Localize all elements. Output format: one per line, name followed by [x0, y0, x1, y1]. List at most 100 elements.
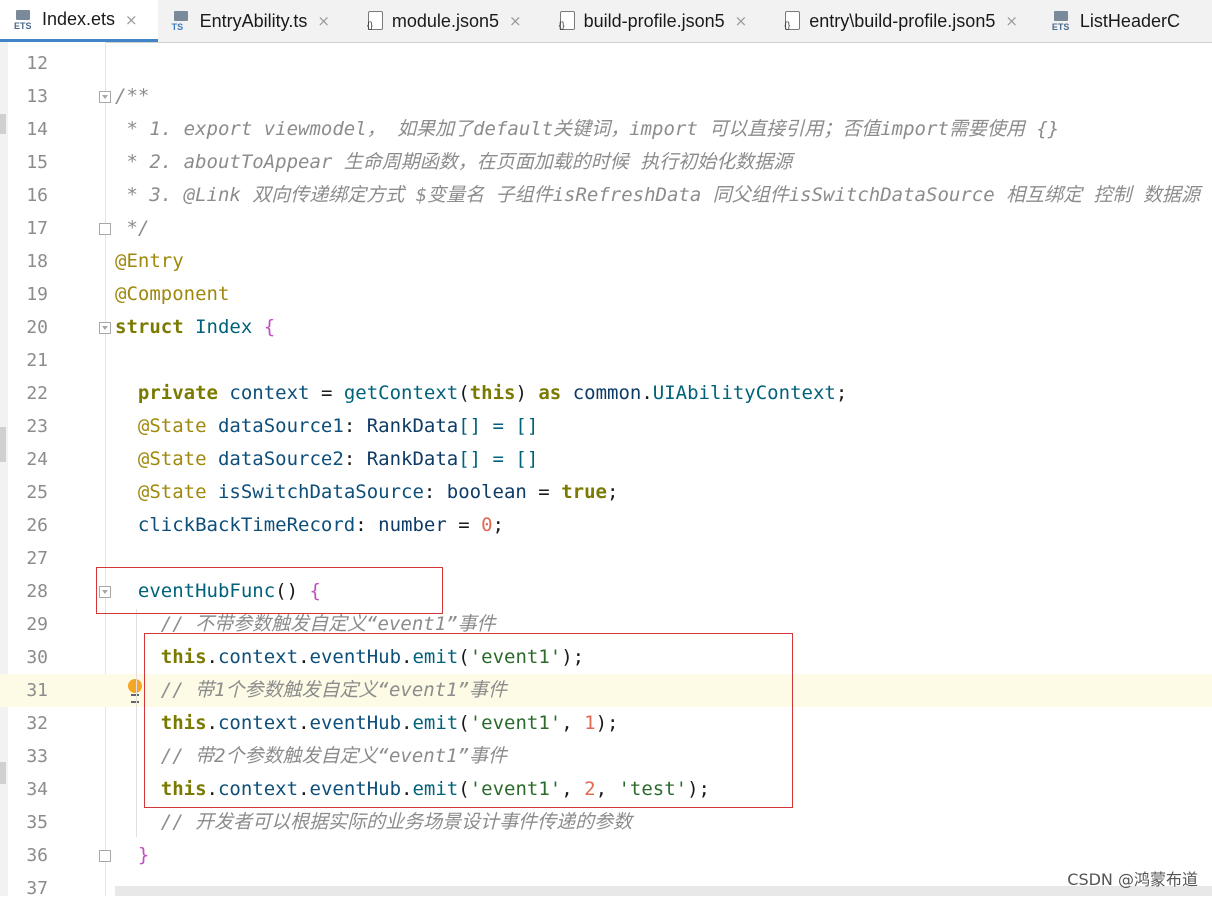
- code-token: getContext: [343, 382, 459, 404]
- code-token: isSwitchDataSource: [217, 481, 424, 503]
- line-number: 27: [26, 548, 48, 569]
- tab-label: build-profile.json5: [583, 10, 725, 31]
- code-line[interactable]: 23 @State dataSource1: RankData[] = []: [0, 410, 1212, 443]
- code-text: }: [115, 839, 149, 872]
- code-text: // 开发者可以根据实际的业务场景设计事件传递的参数: [115, 806, 632, 839]
- code-punctuation: :: [343, 448, 367, 470]
- code-text: private context = getContext(this) as co…: [115, 377, 847, 410]
- code-token: common: [572, 382, 642, 404]
- code-text: */: [115, 212, 149, 245]
- file-type-label: {}: [558, 20, 565, 30]
- code-punctuation: [184, 316, 195, 338]
- watermark: CSDN @鸿蒙布道: [1067, 870, 1198, 889]
- code-punctuation: [115, 844, 138, 866]
- code-punctuation: :: [355, 514, 379, 536]
- code-punctuation: ): [515, 382, 539, 404]
- code-line[interactable]: 18 @Entry: [0, 245, 1212, 278]
- line-number: 16: [26, 185, 48, 206]
- code-text: * 3. @Link 双向传递绑定方式 $变量名 子组件isRefreshDat…: [115, 179, 1200, 212]
- code-punctuation: ;: [606, 481, 619, 503]
- line-number: 26: [26, 515, 48, 536]
- code-punctuation: [561, 382, 572, 404]
- indent-guide: [136, 609, 137, 837]
- close-icon[interactable]: ×: [735, 12, 748, 30]
- code-text: @State isSwitchDataSource: boolean = tru…: [115, 476, 619, 509]
- code-line[interactable]: 16 * 3. @Link 双向传递绑定方式 $变量名 子组件isRefresh…: [0, 179, 1212, 212]
- tab-listheaderc[interactable]: ETS ListHeaderC: [1038, 0, 1190, 42]
- code-text: * 2. aboutToAppear 生命周期函数，在页面加载的时候 执行初始化…: [115, 146, 792, 179]
- code-token: clickBackTimeRecord: [137, 514, 356, 536]
- tab-module-json5[interactable]: {} module.json5 ×: [350, 0, 542, 42]
- code-line[interactable]: 13 /**: [0, 80, 1212, 113]
- line-number: 14: [26, 119, 48, 140]
- close-icon[interactable]: ×: [125, 11, 138, 29]
- code-punctuation: [115, 382, 138, 404]
- code-token: */: [115, 217, 150, 239]
- tab-label: entry\build-profile.json5: [809, 10, 996, 31]
- code-token: RankData: [366, 415, 459, 437]
- fold-collapse-icon[interactable]: [99, 322, 111, 334]
- code-line[interactable]: 25 @State isSwitchDataSource: boolean = …: [0, 476, 1212, 509]
- line-number: 18: [26, 251, 48, 272]
- code-text: clickBackTimeRecord: number = 0;: [115, 509, 504, 542]
- code-punctuation: (: [458, 382, 470, 404]
- tab-entry-build-profile-json5[interactable]: {} entry\build-profile.json5 ×: [767, 0, 1038, 42]
- code-line[interactable]: 21: [0, 344, 1212, 377]
- tab-build-profile-json5[interactable]: {} build-profile.json5 ×: [542, 0, 768, 42]
- close-icon[interactable]: ×: [1005, 12, 1018, 30]
- code-line[interactable]: 22 private context = getContext(this) as…: [0, 377, 1212, 410]
- close-icon[interactable]: ×: [317, 12, 330, 30]
- code-punctuation: [115, 448, 138, 470]
- tab-index-ets[interactable]: ETS Index.ets ×: [0, 0, 158, 42]
- line-number: 21: [26, 350, 48, 371]
- code-punctuation: .: [641, 382, 653, 404]
- code-line[interactable]: 17 */: [0, 212, 1212, 245]
- code-punctuation: [115, 811, 161, 833]
- fold-end-icon[interactable]: [99, 850, 111, 862]
- code-text: @State dataSource1: RankData[] = []: [115, 410, 538, 443]
- code-token: {: [263, 316, 276, 338]
- tab-entryability-ts[interactable]: TS EntryAbility.ts ×: [158, 0, 350, 42]
- line-number: 25: [26, 482, 48, 503]
- code-token: @State: [137, 415, 207, 437]
- code-token: [] = []: [458, 415, 539, 437]
- ets-file-icon: ETS: [14, 9, 36, 31]
- code-text: * 1. export viewmodel， 如果加了default关键词，im…: [115, 113, 1059, 146]
- code-line[interactable]: 14 * 1. export viewmodel， 如果加了default关键词…: [0, 113, 1212, 146]
- code-token: /**: [115, 85, 150, 107]
- fold-end-icon[interactable]: [99, 223, 111, 235]
- horizontal-scrollbar[interactable]: [115, 886, 1212, 896]
- code-line[interactable]: 36 }: [0, 839, 1212, 872]
- code-punctuation: ;: [835, 382, 848, 404]
- close-icon[interactable]: ×: [509, 12, 522, 30]
- fold-collapse-icon[interactable]: [99, 91, 111, 103]
- code-punctuation: [115, 514, 138, 536]
- tab-label: Index.ets: [42, 9, 116, 29]
- code-line[interactable]: 15 * 2. aboutToAppear 生命周期函数，在页面加载的时候 执行…: [0, 146, 1212, 179]
- code-token: * 3. @Link 双向传递绑定方式 $变量名 子组件isRefreshDat…: [115, 184, 1200, 206]
- json-file-icon: {}: [781, 10, 803, 32]
- code-punctuation: ;: [492, 514, 504, 536]
- line-number: 28: [26, 581, 48, 602]
- code-punctuation: [207, 448, 218, 470]
- code-line[interactable]: 20 struct Index {: [0, 311, 1212, 344]
- ets-file-icon: ETS: [1052, 10, 1074, 32]
- line-number: 29: [26, 614, 48, 635]
- code-punctuation: [310, 382, 321, 404]
- code-line[interactable]: 19 @Component: [0, 278, 1212, 311]
- code-punctuation: [115, 613, 161, 635]
- code-line[interactable]: 26 clickBackTimeRecord: number = 0;: [0, 509, 1212, 542]
- code-line[interactable]: 35 // 开发者可以根据实际的业务场景设计事件传递的参数: [0, 806, 1212, 839]
- code-token: @Entry: [115, 250, 184, 272]
- code-token: Index: [195, 316, 253, 338]
- file-type-label: TS: [171, 22, 184, 32]
- code-token: as: [538, 382, 562, 404]
- code-token: number: [378, 514, 447, 536]
- code-token: // 不带参数触发自定义“event1”事件: [160, 613, 496, 635]
- line-number: 17: [26, 218, 48, 239]
- code-line[interactable]: 12: [0, 47, 1212, 80]
- code-token: * 1. export viewmodel， 如果加了default关键词，im…: [115, 118, 1060, 140]
- code-line[interactable]: 24 @State dataSource2: RankData[] = []: [0, 443, 1212, 476]
- file-type-label: ETS: [14, 20, 32, 31]
- code-punctuation: [252, 316, 263, 338]
